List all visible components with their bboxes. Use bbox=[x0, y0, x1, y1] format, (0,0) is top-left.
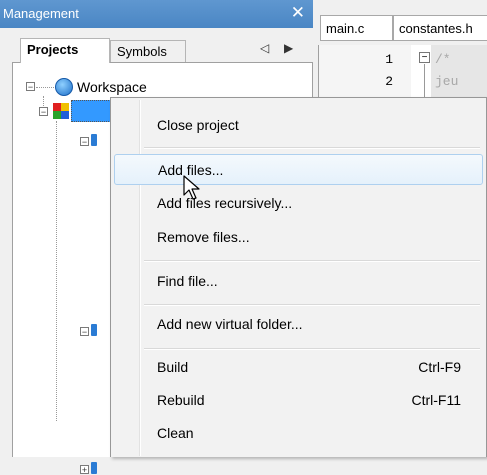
menu-item-label: Clean bbox=[157, 425, 194, 441]
menu-item-add-files-recursively[interactable]: Add files recursively... bbox=[114, 188, 483, 219]
fold-icon[interactable]: − bbox=[419, 52, 430, 63]
menu-item-label: Rebuild bbox=[157, 392, 205, 408]
menu-item-clean[interactable]: Clean bbox=[114, 418, 483, 449]
folder-icon bbox=[91, 134, 97, 146]
menu-item-close-project[interactable]: Close project bbox=[114, 110, 483, 141]
editor-tabs: main.c constantes.h bbox=[314, 12, 487, 42]
folder-icon bbox=[91, 324, 97, 336]
code-text: /* bbox=[435, 52, 451, 67]
scroll-left-icon[interactable]: ◁ bbox=[260, 41, 269, 55]
context-menu: Close project Add files... Add files rec… bbox=[110, 97, 487, 457]
tab-symbols[interactable]: Symbols bbox=[110, 40, 186, 62]
line-number: 2 bbox=[385, 74, 393, 89]
collapse-folder-icon[interactable]: − bbox=[80, 327, 89, 337]
menu-item-label: Add new virtual folder... bbox=[157, 316, 303, 332]
close-icon[interactable]: ✕ bbox=[291, 3, 305, 23]
editor-tab[interactable]: constantes.h bbox=[393, 15, 487, 41]
menu-item-add-virtual-folder[interactable]: Add new virtual folder... bbox=[114, 309, 483, 340]
workspace-icon bbox=[55, 78, 73, 96]
code-text: jeu bbox=[435, 74, 459, 89]
folder-icon bbox=[91, 462, 97, 474]
menu-item-label: Add files recursively... bbox=[157, 195, 293, 211]
management-title: Management bbox=[3, 6, 79, 21]
menu-item-label: Close project bbox=[157, 117, 239, 133]
workspace-label[interactable]: Workspace bbox=[77, 79, 147, 95]
collapse-project-icon[interactable]: − bbox=[39, 107, 48, 117]
menu-item-remove-files[interactable]: Remove files... bbox=[114, 222, 483, 253]
menu-item-shortcut: Ctrl-F9 bbox=[418, 359, 461, 375]
menu-item-shortcut: Ctrl-F11 bbox=[411, 392, 461, 408]
collapse-folder-icon[interactable]: − bbox=[80, 137, 89, 147]
menu-item-label: Find file... bbox=[157, 273, 218, 289]
mouse-pointer-icon bbox=[183, 175, 200, 200]
line-number: 1 bbox=[385, 52, 393, 67]
collapse-workspace-icon[interactable]: − bbox=[26, 82, 35, 92]
management-title-bar: Management ✕ bbox=[0, 0, 313, 28]
tab-projects[interactable]: Projects bbox=[20, 38, 110, 63]
editor-tab[interactable]: main.c bbox=[320, 15, 393, 41]
menu-item-label: Build bbox=[157, 359, 189, 375]
scroll-right-icon[interactable]: ▶ bbox=[284, 41, 293, 55]
menu-item-build[interactable]: Build Ctrl-F9 bbox=[114, 352, 483, 383]
project-icon bbox=[53, 103, 69, 119]
menu-item-find-file[interactable]: Find file... bbox=[114, 266, 483, 297]
menu-item-label: Remove files... bbox=[157, 229, 250, 245]
menu-item-add-files[interactable]: Add files... bbox=[114, 154, 483, 185]
menu-item-rebuild[interactable]: Rebuild Ctrl-F11 bbox=[114, 385, 483, 416]
management-tabs: Projects Symbols ◁ ▶ bbox=[0, 28, 313, 63]
expand-folder-icon[interactable]: + bbox=[80, 465, 89, 475]
